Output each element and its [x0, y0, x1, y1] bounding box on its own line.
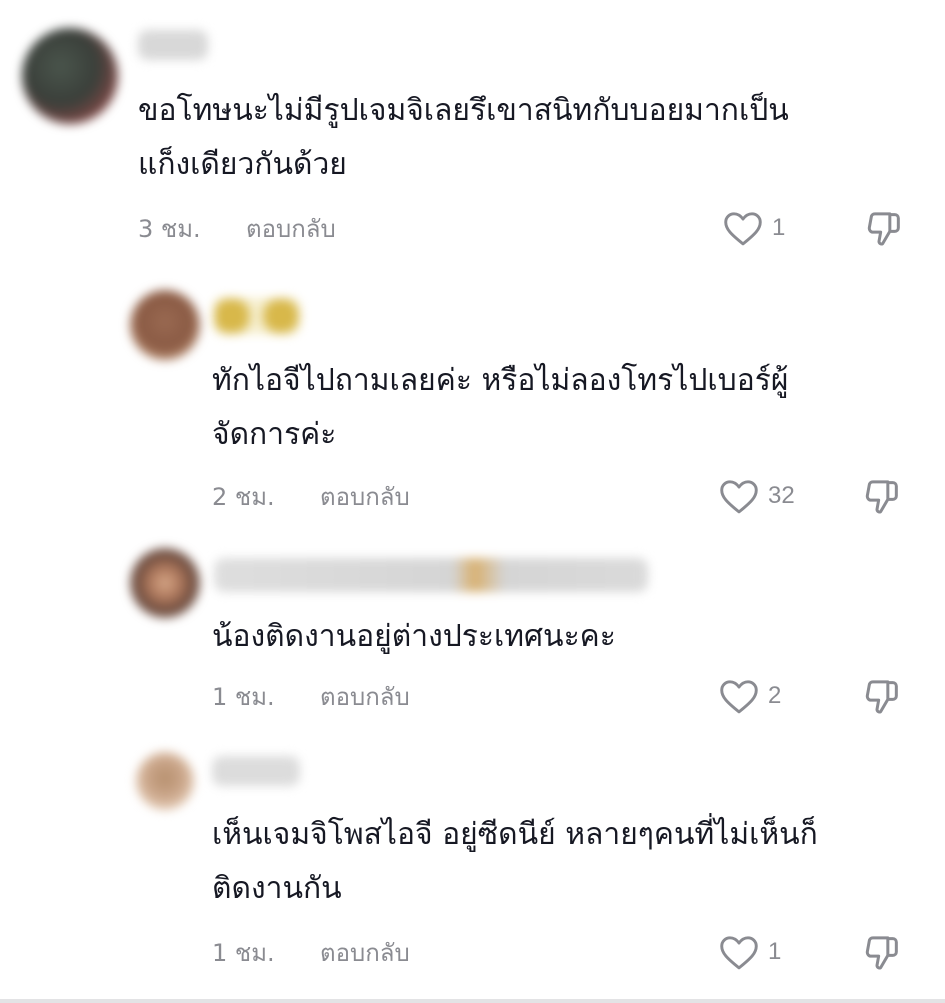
bottom-divider: [0, 999, 945, 1003]
like-count: 32: [768, 482, 795, 509]
heart-outline-icon: [718, 933, 760, 971]
comment-text-line: ทักไอจีไปถามเลยค่ะ หรือไม่ลองโทรไปเบอร์ผ…: [212, 363, 789, 398]
like-count: 1: [768, 938, 782, 965]
comment-text-line: เห็นเจมจิโพสไอจี อยู่ซีดนีย์ หลายๆคนที่ไ…: [212, 817, 818, 852]
avatar[interactable]: [130, 290, 200, 360]
heart-outline-icon: [718, 677, 760, 715]
comment-text-line: จัดการค่ะ: [212, 417, 337, 452]
comment-text: น้องติดงานอยู่ต่างประเทศนะคะ: [212, 610, 616, 664]
avatar[interactable]: [22, 28, 118, 124]
username-blurred[interactable]: [214, 558, 648, 592]
reply-button[interactable]: ตอบกลับ: [320, 677, 410, 716]
comment-meta: 1 ชม. ตอบกลับ: [212, 932, 410, 972]
reply-button[interactable]: ตอบกลับ: [320, 933, 410, 972]
avatar[interactable]: [130, 548, 200, 618]
reply-button[interactable]: ตอบกลับ: [320, 477, 410, 516]
heart-outline-icon: [718, 477, 760, 515]
thumbs-down-icon: [863, 208, 905, 248]
comment-text: ทักไอจีไปถามเลยค่ะ หรือไม่ลองโทรไปเบอร์ผ…: [212, 354, 788, 462]
timestamp: 1 ชม.: [212, 682, 275, 711]
comment-meta: 3 ชม. ตอบกลับ: [138, 208, 336, 248]
timestamp: 3 ชม.: [138, 214, 201, 243]
like-count: 1: [772, 214, 786, 241]
like-button[interactable]: 1: [718, 932, 781, 972]
thumbs-down-icon: [861, 476, 903, 516]
timestamp: 1 ชม.: [212, 938, 275, 967]
dislike-button[interactable]: [860, 676, 904, 716]
heart-outline-icon: [722, 209, 764, 247]
comment-text-line: แก็งเดียวกันด้วย: [138, 147, 347, 182]
like-button[interactable]: 1: [722, 208, 785, 248]
thumbs-down-icon: [861, 932, 903, 972]
avatar[interactable]: [136, 752, 194, 810]
like-count: 2: [768, 682, 782, 709]
username-blurred[interactable]: [214, 298, 300, 334]
comment-meta: 2 ชม. ตอบกลับ: [212, 476, 410, 516]
comment-meta: 1 ชม. ตอบกลับ: [212, 676, 410, 716]
dislike-button[interactable]: [862, 208, 906, 248]
dislike-button[interactable]: [860, 932, 904, 972]
comment-text: เห็นเจมจิโพสไอจี อยู่ซีดนีย์ หลายๆคนที่ไ…: [212, 808, 818, 916]
timestamp: 2 ชม.: [212, 482, 275, 511]
reply-button[interactable]: ตอบกลับ: [246, 209, 336, 248]
comment-text-line: ติดงานกัน: [212, 871, 342, 906]
comment-text-line: ขอโทษนะไม่มีรูปเจมจิเลยรึเขาสนิทกับบอยมา…: [138, 93, 789, 128]
like-button[interactable]: 2: [718, 676, 781, 716]
comment-text-line: น้องติดงานอยู่ต่างประเทศนะคะ: [212, 619, 616, 654]
comment-text: ขอโทษนะไม่มีรูปเจมจิเลยรึเขาสนิทกับบอยมา…: [138, 84, 789, 192]
username-blurred[interactable]: [212, 756, 300, 786]
like-button[interactable]: 32: [718, 476, 795, 516]
dislike-button[interactable]: [860, 476, 904, 516]
username-blurred[interactable]: [138, 30, 208, 60]
thumbs-down-icon: [861, 676, 903, 716]
